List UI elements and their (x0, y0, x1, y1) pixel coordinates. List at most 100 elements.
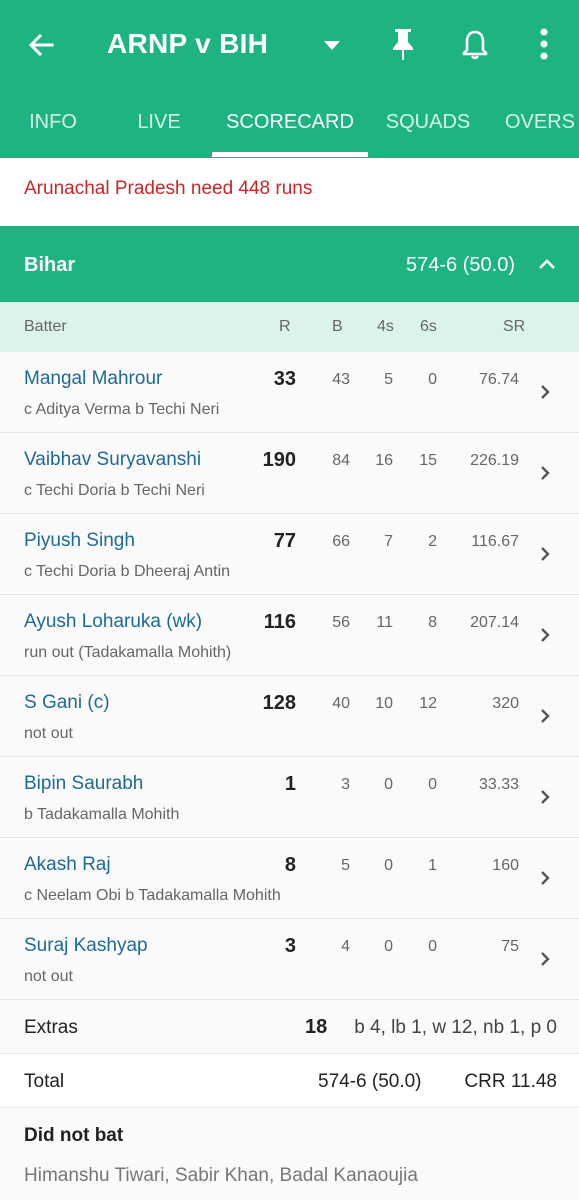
batter-row[interactable]: Mangal Mahrour c Aditya Verma b Techi Ner… (0, 352, 579, 433)
batter-row[interactable]: Bipin Saurabh b Tadakamalla Mohith 1 3 0 0 33.… (0, 757, 579, 838)
bell-icon[interactable] (460, 28, 490, 62)
back-arrow-icon[interactable] (26, 30, 56, 60)
chevron-right-icon[interactable] (538, 868, 552, 888)
batter-sr: 116.67 (471, 533, 519, 550)
batter-b: 5 (341, 857, 350, 874)
batter-row[interactable]: S Gani (c) not out 128 40 10 12 320 (0, 676, 579, 757)
batter-sr: 320 (492, 695, 519, 712)
batter-runs: 1 (284, 773, 296, 795)
batter-sixes: 8 (428, 614, 437, 631)
tab-live[interactable]: LIVE (106, 88, 212, 158)
col-batter: Batter (24, 318, 67, 335)
chevron-right-icon[interactable] (538, 625, 552, 645)
extras-row: Extras 18 b 4, lb 1, w 12, nb 1, p 0 (0, 1000, 579, 1054)
dismissal-text: run out (Tadakamalla Mohith) (24, 644, 232, 661)
batter-sixes: 12 (419, 695, 437, 712)
batter-sr: 207.14 (470, 614, 519, 631)
active-tab-indicator (212, 152, 368, 157)
dismissal-text: c Neelam Obi b Tadakamalla Mohith (24, 887, 281, 904)
batter-fours: 0 (384, 857, 393, 874)
batter-runs: 3 (284, 935, 296, 957)
chevron-right-icon[interactable] (538, 382, 552, 402)
batter-row[interactable]: Akash Raj c Neelam Obi b Tadakamalla Mohi… (0, 838, 579, 919)
batter-b: 66 (332, 533, 350, 550)
dismissal-text: c Techi Doria b Techi Neri (24, 482, 205, 499)
did-not-bat-names: Himanshu Tiwari, Sabir Khan, Badal Kanao… (24, 1165, 418, 1186)
batter-sixes: 0 (428, 371, 437, 388)
batting-column-header: Batter R B 4s 6s SR (0, 302, 579, 352)
batter-row[interactable]: Vaibhav Suryavanshi c Techi Doria b Techi… (0, 433, 579, 514)
chevron-right-icon[interactable] (538, 787, 552, 807)
extras-label: Extras (24, 1017, 78, 1038)
chevron-right-icon[interactable] (538, 463, 552, 483)
tab-info[interactable]: INFO (0, 88, 106, 158)
chevron-right-icon[interactable] (538, 544, 552, 564)
batter-b: 43 (332, 371, 350, 388)
match-status-banner: Arunachal Pradesh need 448 runs (0, 158, 579, 226)
batter-name[interactable]: Piyush Singh (24, 530, 135, 552)
batter-runs: 190 (262, 449, 296, 471)
batter-sr: 160 (492, 857, 519, 874)
batter-sixes: 2 (428, 533, 437, 550)
batter-name[interactable]: Vaibhav Suryavanshi (24, 449, 201, 471)
tab-squads[interactable]: SQUADS (372, 88, 484, 158)
col-sixes: 6s (420, 318, 437, 335)
innings-header[interactable]: Bihar 574-6 (50.0) (0, 226, 579, 302)
batter-b: 84 (332, 452, 350, 469)
batter-fours: 10 (375, 695, 393, 712)
batter-name[interactable]: Suraj Kashyap (24, 935, 148, 957)
tab-overs[interactable]: OVERS (490, 88, 579, 158)
batter-name[interactable]: Bipin Saurabh (24, 773, 143, 795)
current-run-rate: CRR 11.48 (464, 1071, 557, 1092)
did-not-bat-section: Did not bat Himanshu Tiwari, Sabir Khan,… (0, 1108, 579, 1200)
batter-runs: 116 (263, 611, 296, 633)
extras-detail: b 4, lb 1, w 12, nb 1, p 0 (354, 1017, 557, 1038)
total-row: Total 574-6 (50.0) CRR 11.48 (0, 1054, 579, 1108)
batter-name[interactable]: S Gani (c) (24, 692, 110, 714)
innings-team-name: Bihar (24, 254, 76, 276)
dismissal-text: c Aditya Verma b Techi Neri (24, 401, 220, 418)
innings-score: 574-6 (50.0) (406, 254, 515, 276)
batter-sixes: 1 (428, 857, 437, 874)
dismissal-text: not out (24, 968, 73, 985)
match-status-text: Arunachal Pradesh need 448 runs (24, 178, 313, 199)
col-strike-rate: SR (503, 318, 526, 335)
batter-name[interactable]: Akash Raj (24, 854, 111, 876)
batter-row[interactable]: Suraj Kashyap not out 3 4 0 0 75 (0, 919, 579, 1000)
batter-fours: 7 (384, 533, 393, 550)
batter-name[interactable]: Ayush Loharuka (wk) (24, 611, 202, 633)
batter-sixes: 0 (428, 776, 437, 793)
batter-runs: 77 (273, 530, 296, 552)
batter-sr: 75 (501, 938, 519, 955)
batter-runs: 33 (273, 368, 296, 390)
more-vert-icon[interactable] (532, 27, 556, 63)
batter-b: 56 (332, 614, 350, 631)
pin-icon[interactable] (388, 27, 418, 61)
col-fours: 4s (377, 318, 394, 335)
batter-runs: 8 (284, 854, 296, 876)
col-runs: R (279, 318, 291, 335)
batter-row[interactable]: Ayush Loharuka (wk) run out (Tadakamalla … (0, 595, 579, 676)
tab-bar: INFO LIVE SCORECARD SQUADS OVERS (0, 88, 579, 158)
total-value: 574-6 (50.0) (318, 1071, 422, 1092)
dismissal-text: c Techi Doria b Dheeraj Antin (24, 563, 231, 580)
batter-fours: 0 (384, 776, 393, 793)
collapse-chevron-icon[interactable] (538, 258, 556, 270)
chevron-right-icon[interactable] (538, 706, 552, 726)
batter-row[interactable]: Piyush Singh c Techi Doria b Dheeraj Anti… (0, 514, 579, 595)
total-label: Total (24, 1071, 65, 1092)
batter-b: 40 (332, 695, 350, 712)
batter-sixes: 15 (419, 452, 437, 469)
extras-value: 18 (305, 1016, 328, 1038)
tab-scorecard[interactable]: SCORECARD (212, 88, 368, 158)
dropdown-icon[interactable] (322, 38, 342, 52)
batter-fours: 11 (376, 614, 393, 631)
batter-runs: 128 (262, 692, 296, 714)
match-title: ARNP v BIH (107, 28, 269, 59)
chevron-right-icon[interactable] (538, 949, 552, 969)
dismissal-text: not out (24, 725, 73, 742)
dismissal-text: b Tadakamalla Mohith (24, 806, 180, 823)
batter-sr: 76.74 (478, 371, 519, 388)
batter-fours: 5 (384, 371, 393, 388)
batter-name[interactable]: Mangal Mahrour (24, 368, 162, 390)
